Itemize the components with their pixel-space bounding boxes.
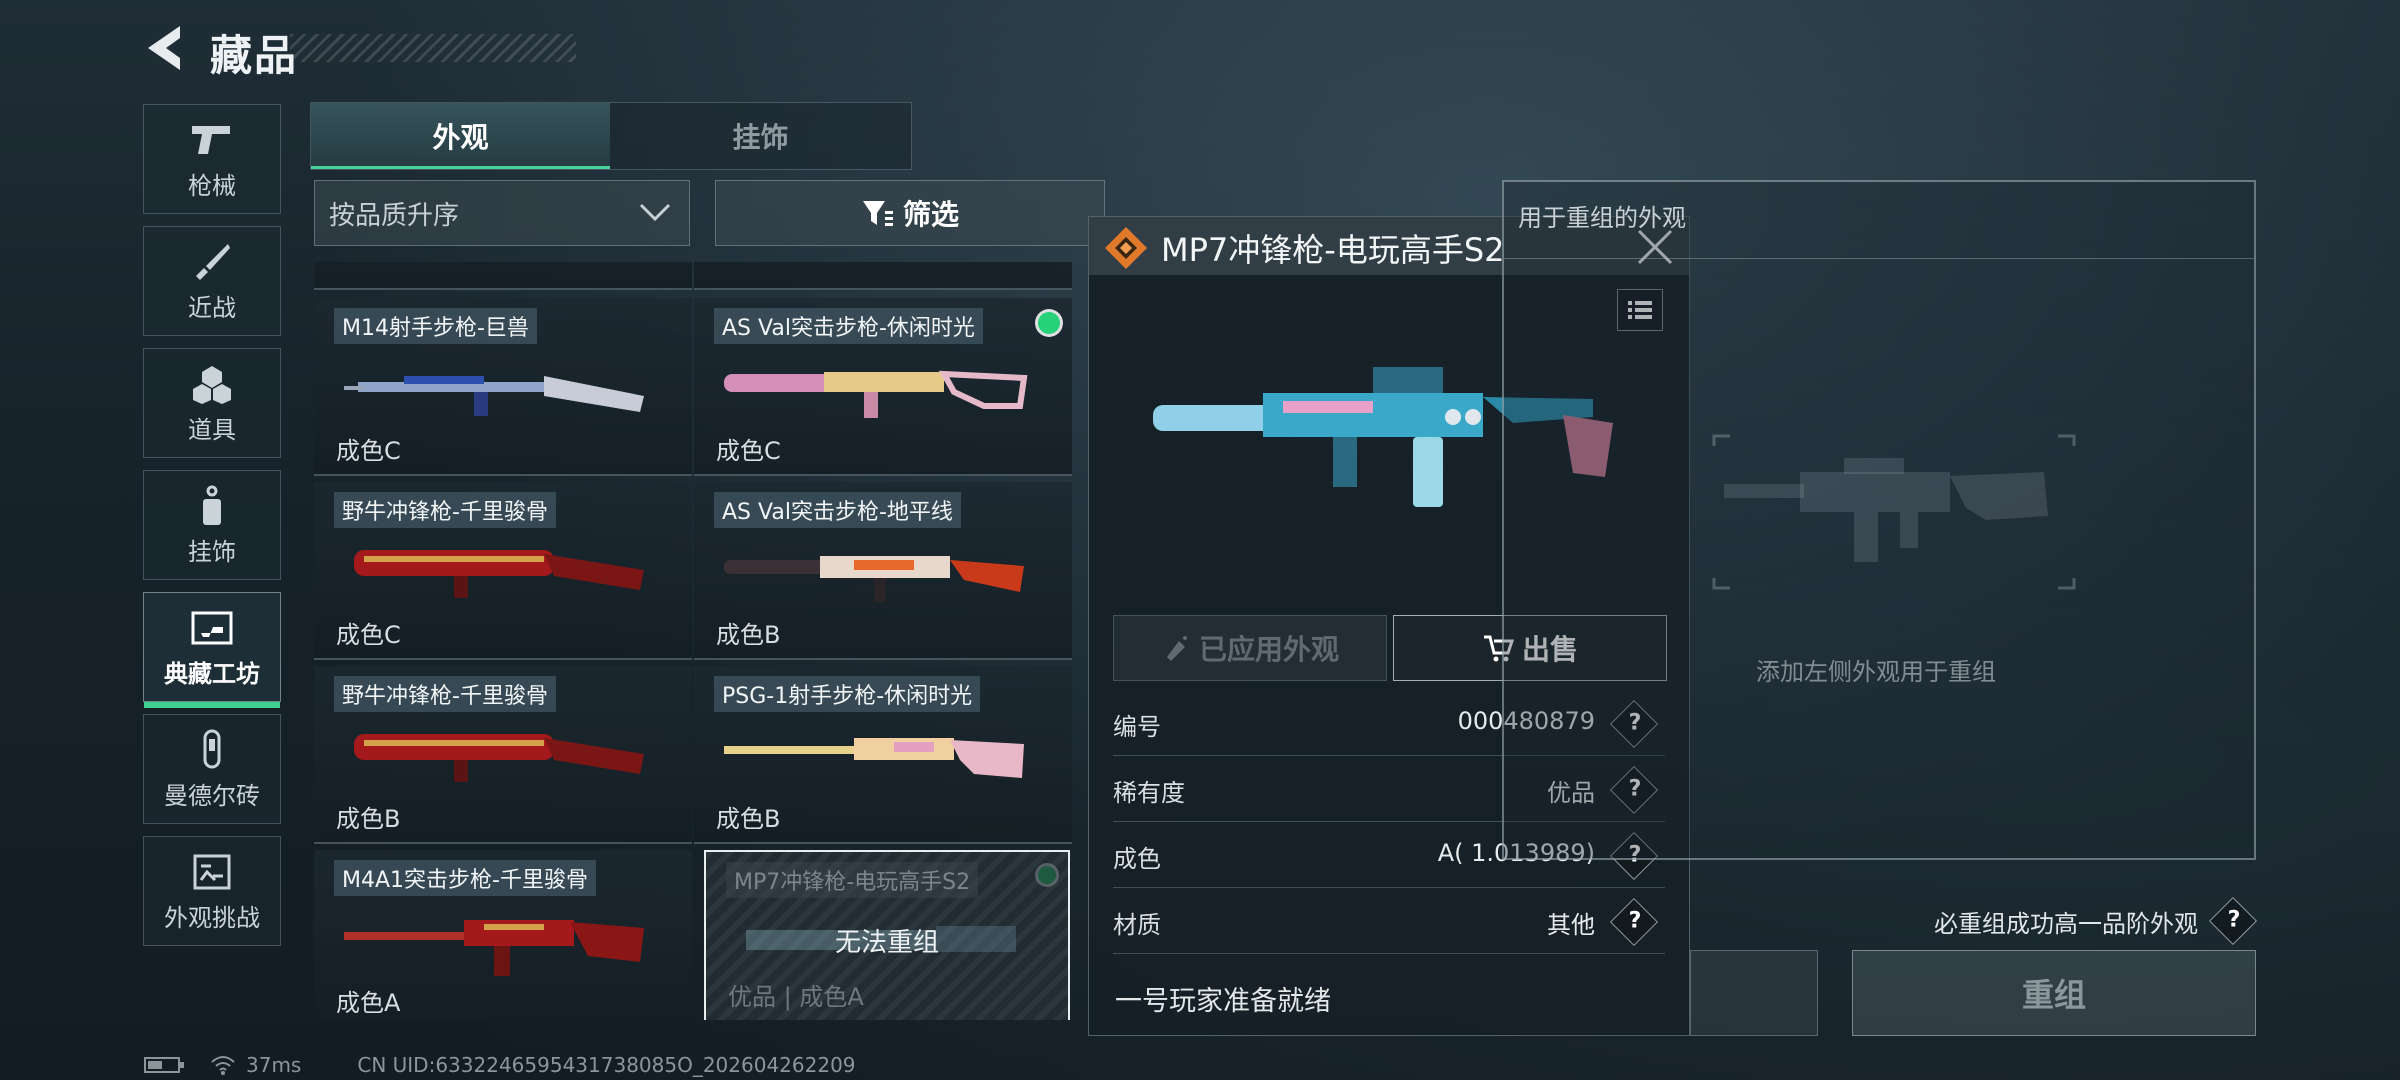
challenge-icon: [189, 850, 235, 894]
grenade-icon: [189, 362, 235, 406]
pistol-icon: [189, 118, 235, 162]
sidebar-item-label: 外观挑战: [164, 903, 260, 932]
item-grade: 优品 | 成色A: [728, 983, 864, 1011]
list-item[interactable]: M4A1突击步枪-千里骏骨 成色A: [314, 850, 692, 1020]
item-grade: 成色B: [716, 621, 781, 649]
sidebar-item-label: 挂饰: [188, 537, 236, 566]
uid-text: CN UID:6332246595431738085O_202604262209: [357, 1053, 856, 1077]
recombine-button[interactable]: 重组: [1852, 950, 2256, 1036]
weapon-image: [724, 556, 1024, 602]
row-key: 稀有度: [1113, 779, 1185, 807]
sidebar-item-workshop[interactable]: 典藏工坊: [143, 592, 281, 708]
recombine-aux-button[interactable]: [1690, 950, 1818, 1036]
applied-appearance-button[interactable]: 已应用外观: [1113, 615, 1387, 681]
back-arrow-icon[interactable]: [140, 24, 190, 72]
tab-charms[interactable]: 挂饰: [611, 103, 910, 169]
page-title: 藏品: [210, 31, 299, 80]
workshop-icon: [189, 606, 235, 650]
skin-grid: M14射手步枪-巨兽 成色C AS Val突击步枪-休闲时光 成色C 野牛冲锋枪…: [314, 262, 1074, 1020]
item-name: 野牛冲锋枪-千里骏骨: [334, 676, 556, 712]
item-name: 野牛冲锋枪-千里骏骨: [334, 492, 556, 528]
item-grade: 成色C: [716, 437, 781, 465]
help-icon[interactable]: ?: [1609, 897, 1659, 947]
sidebar-item-mandel-brick[interactable]: 曼德尔砖: [143, 714, 281, 824]
spray-icon: [1166, 636, 1187, 661]
sidebar-item-label: 曼德尔砖: [164, 781, 260, 810]
weapon-image: [724, 370, 1028, 418]
sidebar-item-label: 枪械: [188, 171, 236, 200]
help-icon[interactable]: ?: [2208, 896, 2258, 946]
brick-icon: [189, 728, 235, 772]
sidebar-item-props[interactable]: 道具: [143, 348, 281, 458]
weapon-image: [354, 550, 644, 598]
charm-icon: [189, 484, 235, 528]
rarity-diamond-icon: [1105, 227, 1147, 269]
sidebar-item-firearms[interactable]: 枪械: [143, 104, 281, 214]
title-decoration: [290, 34, 576, 62]
tab-appearance[interactable]: 外观: [311, 103, 610, 169]
empty-slot-weapon-icon: [1712, 434, 2076, 590]
recombine-panel: 用于重组的外观 添加左侧外观用于重组: [1502, 180, 2256, 860]
sidebar-item-label: 近战: [188, 293, 236, 322]
item-name: PSG-1射手步枪-休闲时光: [714, 676, 981, 712]
item-name: AS Val突击步枪-地平线: [714, 492, 961, 528]
item-grade: 成色B: [336, 805, 401, 833]
sidebar-item-label: 道具: [188, 415, 236, 444]
guarantee-text: 必重组成功高一品阶外观: [1934, 910, 2198, 938]
applied-label: 已应用外观: [1198, 633, 1339, 666]
chevron-down-icon: [639, 203, 671, 222]
cannot-recombine-label: 无法重组: [834, 928, 939, 958]
list-item[interactable]: AS Val突击步枪-地平线 成色B: [694, 482, 1072, 660]
list-item-selected[interactable]: MP7冲锋枪-电玩高手S2 无法重组 优品 | 成色A: [704, 850, 1070, 1020]
item-name: MP7冲锋枪-电玩高手S2: [726, 862, 979, 898]
filter-icon: [862, 201, 893, 226]
filter-label: 筛选: [902, 198, 959, 231]
item-name: M4A1突击步枪-千里骏骨: [334, 860, 596, 896]
recombine-title: 用于重组的外观: [1518, 204, 1686, 232]
knife-icon: [189, 240, 235, 284]
filter-button[interactable]: 筛选: [715, 180, 1105, 246]
item-name: AS Val突击步枪-休闲时光: [714, 308, 983, 344]
sort-value: 按品质升序: [329, 200, 460, 231]
sidebar-item-charms[interactable]: 挂饰: [143, 470, 281, 580]
weapon-image: [344, 920, 644, 976]
item-grade: 成色C: [336, 437, 401, 465]
battery-icon: [144, 1057, 184, 1073]
wifi-icon: [211, 1056, 235, 1075]
item-name: M14射手步枪-巨兽: [334, 308, 537, 344]
list-item[interactable]: [314, 262, 692, 290]
sidebar-item-label: 典藏工坊: [164, 659, 260, 688]
item-grade: 成色C: [336, 621, 401, 649]
row-value: 其他: [1547, 911, 1595, 939]
list-item[interactable]: 野牛冲锋枪-千里骏骨 成色B: [314, 666, 692, 844]
detail-row-material: 材质 其他 ?: [1113, 889, 1665, 954]
row-key: 编号: [1113, 713, 1161, 741]
list-item[interactable]: PSG-1射手步枪-休闲时光 成色B: [694, 666, 1072, 844]
ping-value: 37ms: [246, 1053, 302, 1077]
status-bar: 37ms CN UID:6332246595431738085O_2026042…: [144, 1052, 856, 1078]
sidebar-item-melee[interactable]: 近战: [143, 226, 281, 336]
weapon-image: [724, 738, 1024, 778]
item-description: 一号玩家准备就绪: [1115, 986, 1331, 1017]
weapon-image: [354, 734, 644, 782]
weapon-image: [344, 376, 644, 416]
item-grade: 成色B: [716, 805, 781, 833]
sidebar-item-appearance-challenge[interactable]: 外观挑战: [143, 836, 281, 946]
list-item[interactable]: 野牛冲锋枪-千里骏骨 成色C: [314, 482, 692, 660]
list-item[interactable]: M14射手步枪-巨兽 成色C: [314, 298, 692, 476]
item-grade: 成色A: [336, 989, 401, 1017]
category-tabs: 外观 挂饰: [310, 102, 912, 170]
row-key: 材质: [1113, 911, 1161, 939]
equipped-indicator: [1038, 866, 1056, 884]
detail-title: MP7冲锋枪-电玩高手S2: [1161, 231, 1505, 269]
list-item[interactable]: AS Val突击步枪-休闲时光 成色C: [694, 298, 1072, 476]
sort-dropdown[interactable]: 按品质升序: [314, 180, 690, 246]
equipped-indicator: [1038, 312, 1060, 334]
recombine-hint: 添加左侧外观用于重组: [1756, 658, 1996, 686]
row-key: 成色: [1113, 845, 1161, 873]
list-item[interactable]: [694, 262, 1072, 290]
